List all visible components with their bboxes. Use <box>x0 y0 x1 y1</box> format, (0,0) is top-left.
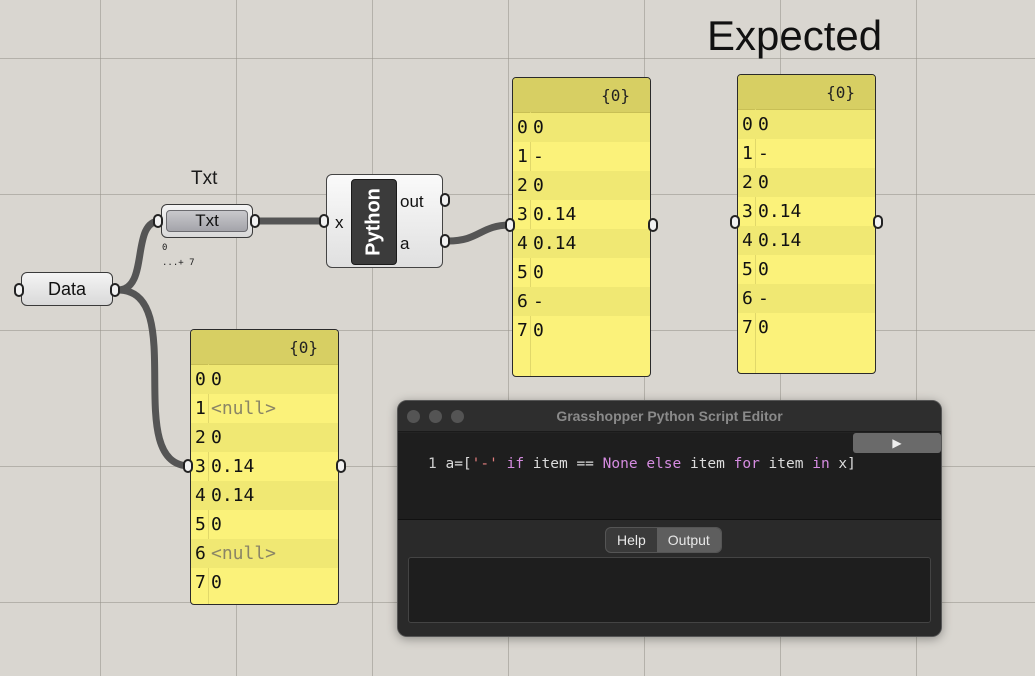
output-panel-output-grip[interactable] <box>648 218 658 232</box>
python-component[interactable]: x Python out a <box>326 174 443 268</box>
editor-title: Grasshopper Python Script Editor <box>556 408 783 424</box>
python-out-grip[interactable] <box>440 193 450 207</box>
list-item: 20 <box>513 171 650 200</box>
list-item: 3 0.14 <box>742 201 802 222</box>
output-panel[interactable]: {0} 00 1- 20 3 0.14 4 0.14 50 6- 70 <box>512 77 651 377</box>
code-line-1[interactable]: 1 a=['-' if item == None else item for i… <box>428 456 856 472</box>
data-input-grip[interactable] <box>14 283 24 297</box>
line-number: 1 <box>428 456 437 472</box>
list-item: 50 <box>742 259 769 280</box>
expected-panel-header: {0} <box>738 75 875 110</box>
data-param-label: Data <box>47 278 87 299</box>
input-panel-input-grip[interactable] <box>183 459 193 473</box>
list-item: 1 <null> <box>195 398 277 419</box>
list-item: 6- <box>513 287 650 316</box>
list-item: 3 0.14 <box>517 204 577 225</box>
expected-panel-output-grip[interactable] <box>873 215 883 229</box>
input-panel[interactable]: {0} 00 1 <null> 20 3 0.14 4 0.14 50 6 <null>… <box>190 329 339 605</box>
list-item: 00 <box>513 113 650 142</box>
list-item: 20 <box>738 168 875 197</box>
expected-panel-input-grip[interactable] <box>730 215 740 229</box>
wire-data-to-input-panel <box>114 286 194 470</box>
txt-output-grip[interactable] <box>250 214 260 228</box>
list-item: 00 <box>191 365 338 394</box>
python-output-a[interactable]: a <box>400 234 409 254</box>
expected-panel[interactable]: {0} 00 1- 20 3 0.14 4 0.14 50 6- 70 <box>737 74 876 374</box>
python-input-x[interactable]: x <box>335 213 344 233</box>
tab-output[interactable]: Output <box>656 528 721 552</box>
editor-titlebar[interactable]: Grasshopper Python Script Editor <box>398 401 941 432</box>
output-panel-header: {0} <box>513 78 650 113</box>
editor-bottom-pane: Help Output <box>398 519 941 636</box>
expected-heading: Expected <box>707 12 883 59</box>
tab-help[interactable]: Help <box>606 528 657 552</box>
output-console[interactable] <box>408 557 931 623</box>
wire-data-to-txt <box>114 217 164 294</box>
list-item: 4 0.14 <box>513 229 650 258</box>
list-item: 1- <box>742 143 769 164</box>
input-panel-output-grip[interactable] <box>336 459 346 473</box>
txt-input-grip[interactable] <box>153 214 163 228</box>
list-item: 6- <box>738 284 875 313</box>
play-icon: ▶ <box>892 436 902 450</box>
python-chip: Python <box>351 179 397 265</box>
txt-component[interactable]: Txt <box>161 204 253 238</box>
python-name: Python <box>362 188 385 256</box>
list-item: 6 <null> <box>191 539 338 568</box>
list-item: 70 <box>195 572 222 593</box>
output-panel-rows: 00 1- 20 3 0.14 4 0.14 50 6- 70 <box>513 113 650 345</box>
input-panel-header: {0} <box>191 330 338 365</box>
expected-panel-rows: 00 1- 20 3 0.14 4 0.14 50 6- 70 <box>738 110 875 342</box>
list-item: 20 <box>191 423 338 452</box>
list-item: 50 <box>195 514 222 535</box>
list-item: 4 0.14 <box>191 481 338 510</box>
txt-info-line-2: ...+ 7 <box>162 258 195 268</box>
txt-floating-label: Txt <box>191 168 218 189</box>
python-a-grip[interactable] <box>440 234 450 248</box>
input-panel-rows: 00 1 <null> 20 3 0.14 4 0.14 50 6 <null> 70 <box>191 365 338 597</box>
wire-python-to-output-panel <box>444 221 515 245</box>
python-x-grip[interactable] <box>319 214 329 228</box>
list-item: 00 <box>738 110 875 139</box>
data-output-grip[interactable] <box>110 283 120 297</box>
python-output-out[interactable]: out <box>400 192 424 212</box>
editor-tabs: Help Output <box>605 527 722 553</box>
run-button[interactable]: ▶ <box>853 433 941 453</box>
list-item: 4 0.14 <box>738 226 875 255</box>
list-item: 50 <box>517 262 544 283</box>
output-panel-input-grip[interactable] <box>505 218 515 232</box>
txt-info-line-1: 0 <box>162 243 168 253</box>
txt-component-label: Txt <box>166 210 248 232</box>
data-param-component[interactable]: Data <box>21 272 113 306</box>
list-item: 1- <box>517 146 544 167</box>
list-item: 70 <box>517 320 544 341</box>
list-item: 70 <box>742 317 769 338</box>
list-item: 3 0.14 <box>195 456 255 477</box>
python-script-editor-window: Grasshopper Python Script Editor 1 a=['-… <box>397 400 942 637</box>
